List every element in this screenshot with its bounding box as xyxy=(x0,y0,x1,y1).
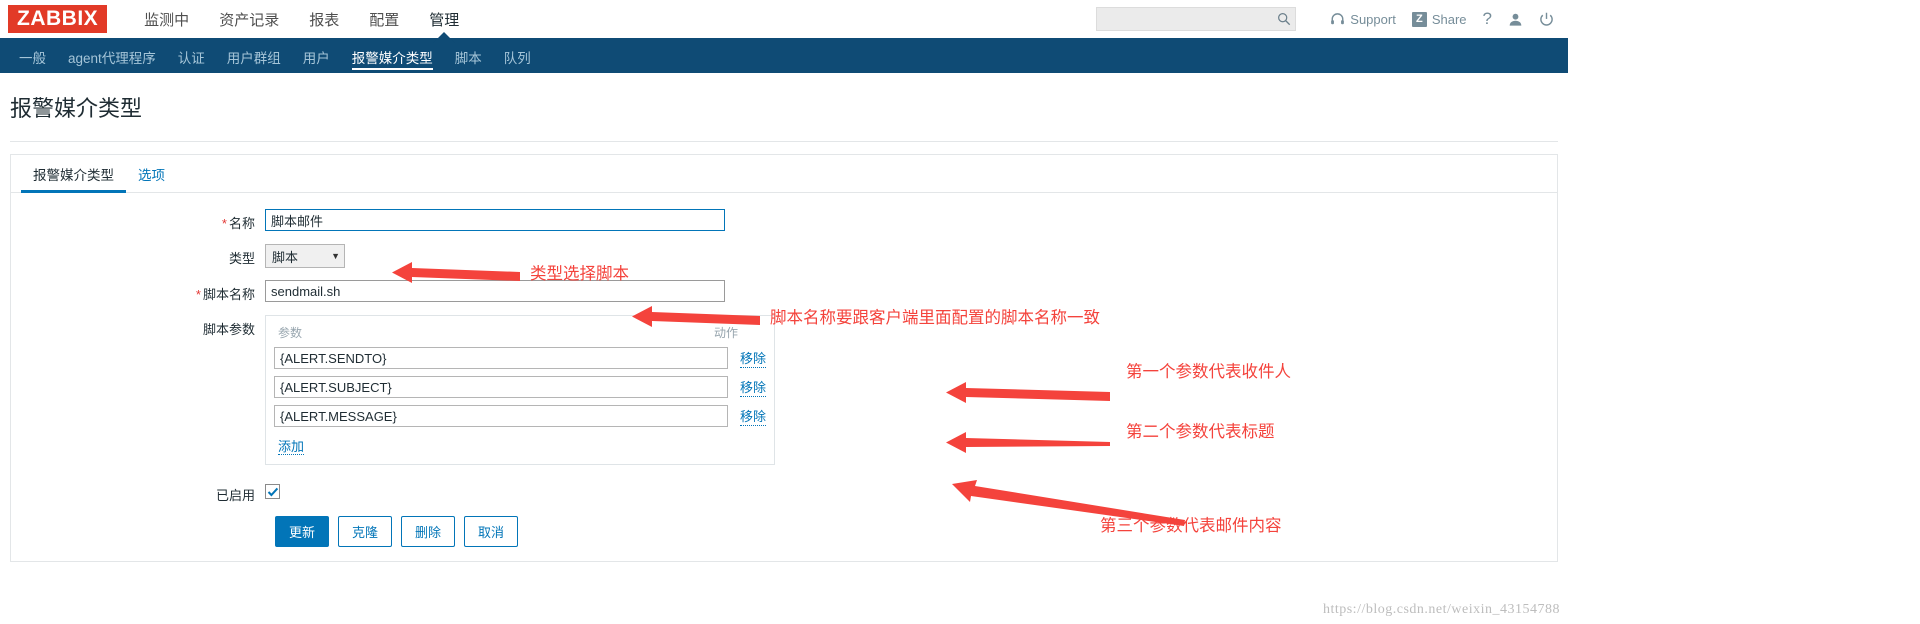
watermark: https://blog.csdn.net/weixin_43154788 xyxy=(1322,602,1560,617)
annotation-text-param2: 第二个参数代表标题 xyxy=(1126,422,1275,441)
annotation-text-type: 类型选择脚本 xyxy=(530,264,629,283)
zabbix-app: ZABBIX 监测中 资产记录 报表 配置 管理 Support Z Share… xyxy=(0,0,1568,624)
annotation-text-param3: 第三个参数代表邮件内容 xyxy=(1100,516,1282,535)
annotation-arrow-1 xyxy=(392,262,520,283)
annotation-arrow-2 xyxy=(632,306,760,327)
annotation-text-script-name: 脚本名称要跟客户端里面配置的脚本名称一致 xyxy=(770,308,1100,327)
annotation-text-param1: 第一个参数代表收件人 xyxy=(1126,362,1291,381)
annotation-arrow-3 xyxy=(946,382,1110,403)
annotation-arrow-4 xyxy=(946,432,1110,453)
